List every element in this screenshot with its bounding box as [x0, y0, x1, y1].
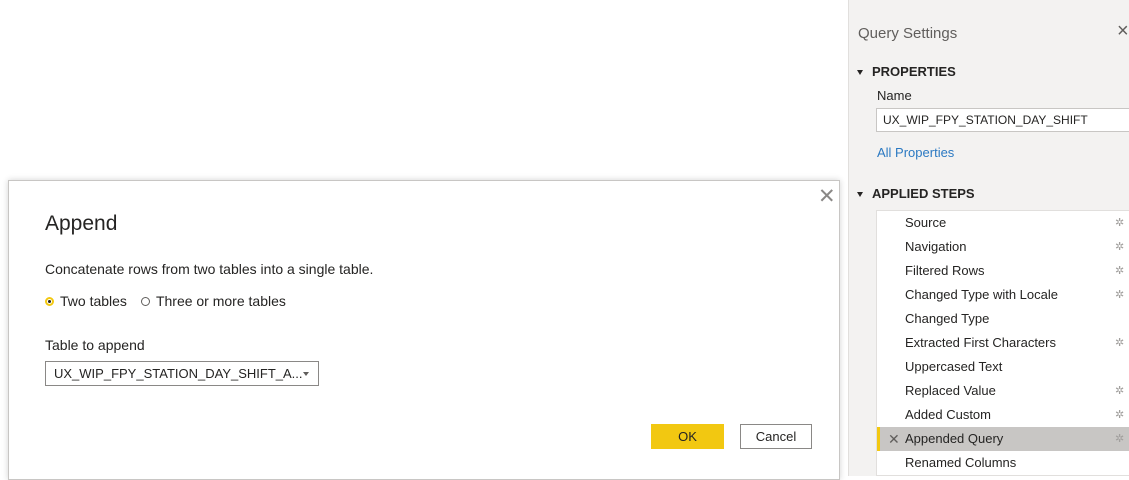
- dialog-description: Concatenate rows from two tables into a …: [45, 261, 374, 277]
- radio-three-or-more-label: Three or more tables: [155, 293, 286, 309]
- properties-header-label: PROPERTIES: [872, 64, 956, 79]
- gear-icon[interactable]: ✲: [1115, 379, 1124, 403]
- radio-unselected-icon[interactable]: [140, 296, 150, 306]
- applied-step-label: Changed Type with Locale: [905, 287, 1058, 302]
- applied-step-item[interactable]: Changed Type with Locale ✲: [877, 283, 1129, 307]
- applied-step-item[interactable]: Added Custom ✲: [877, 403, 1129, 427]
- applied-steps-section-header[interactable]: APPLIED STEPS: [857, 186, 975, 201]
- radio-selected-icon[interactable]: [45, 296, 54, 306]
- applied-step-item[interactable]: Renamed Columns: [877, 451, 1129, 475]
- applied-step-label: Source: [905, 215, 947, 230]
- table-to-append-label: Table to append: [45, 337, 145, 353]
- all-properties-link[interactable]: All Properties: [877, 145, 954, 160]
- applied-step-item[interactable]: Changed Type: [877, 307, 1129, 331]
- delete-step-icon[interactable]: ✕: [888, 427, 900, 451]
- applied-step-label: Replaced Value: [905, 383, 996, 398]
- applied-step-item[interactable]: ✕ Appended Query ✲: [877, 427, 1129, 451]
- gear-icon[interactable]: ✲: [1115, 427, 1124, 451]
- applied-step-item[interactable]: Replaced Value ✲: [877, 379, 1129, 403]
- radio-two-tables-label: Two tables: [60, 293, 127, 309]
- applied-step-label: Renamed Columns: [905, 455, 1017, 470]
- ok-button[interactable]: OK: [651, 424, 724, 449]
- query-settings-title: Query Settings: [858, 25, 958, 42]
- applied-step-label: Filtered Rows: [905, 263, 985, 278]
- gear-icon[interactable]: ✲: [1115, 331, 1124, 355]
- properties-section-header[interactable]: PROPERTIES: [857, 64, 956, 79]
- applied-step-item[interactable]: Navigation ✲: [877, 235, 1129, 259]
- cancel-button[interactable]: Cancel: [740, 424, 812, 449]
- close-icon[interactable]: ✕: [818, 186, 836, 208]
- gear-icon[interactable]: ✲: [1115, 211, 1124, 235]
- applied-step-label: Changed Type: [905, 311, 990, 326]
- gear-icon[interactable]: ✲: [1115, 403, 1124, 427]
- gear-icon[interactable]: ✲: [1115, 259, 1124, 283]
- table-to-append-value: UX_WIP_FPY_STATION_DAY_SHIFT_A...: [54, 366, 303, 381]
- dialog-title: Append: [45, 212, 118, 235]
- close-icon[interactable]: ×: [1117, 21, 1129, 41]
- radio-two-tables[interactable]: Two tables: [45, 293, 127, 309]
- chevron-down-icon: [303, 372, 309, 376]
- applied-step-label: Uppercased Text: [905, 359, 1003, 374]
- applied-step-label: Extracted First Characters: [905, 335, 1056, 350]
- query-name-input[interactable]: [876, 108, 1129, 132]
- applied-step-item[interactable]: Extracted First Characters ✲: [877, 331, 1129, 355]
- append-dialog: ✕ Append Concatenate rows from two table…: [8, 180, 840, 480]
- table-to-append-dropdown[interactable]: UX_WIP_FPY_STATION_DAY_SHIFT_A...: [45, 361, 319, 386]
- radio-three-or-more-tables[interactable]: Three or more tables: [140, 293, 286, 309]
- gear-icon[interactable]: ✲: [1115, 235, 1124, 259]
- applied-step-label: Navigation: [905, 239, 967, 254]
- collapse-triangle-icon: [857, 191, 863, 197]
- applied-step-item[interactable]: Source ✲: [877, 211, 1129, 235]
- applied-step-item[interactable]: Filtered Rows ✲: [877, 259, 1129, 283]
- applied-step-item[interactable]: Uppercased Text: [877, 355, 1129, 379]
- applied-step-label: Appended Query: [905, 431, 1004, 446]
- selection-indicator: [877, 427, 880, 451]
- name-label: Name: [877, 88, 912, 103]
- gear-icon[interactable]: ✲: [1115, 283, 1124, 307]
- applied-steps-header-label: APPLIED STEPS: [872, 186, 975, 201]
- append-mode-radio-group: Two tables Three or more tables: [45, 293, 300, 309]
- query-settings-pane: Query Settings × PROPERTIES Name All Pro…: [848, 0, 1129, 476]
- applied-steps-list: Source ✲ Navigation ✲ Filtered Rows ✲ Changed …: [876, 210, 1129, 476]
- applied-step-label: Added Custom: [905, 407, 991, 422]
- collapse-triangle-icon: [857, 69, 863, 75]
